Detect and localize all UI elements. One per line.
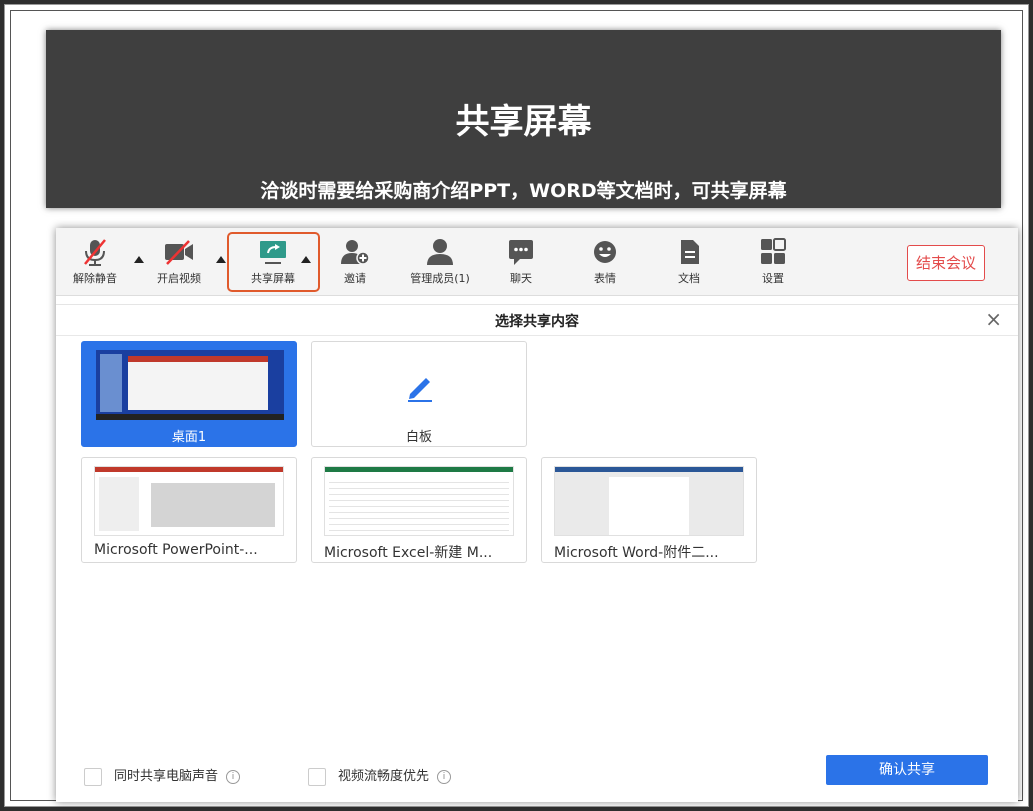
video-off-icon [165, 240, 193, 265]
close-icon[interactable]: × [985, 307, 1002, 331]
source-desktop[interactable]: 桌面1 [81, 341, 297, 447]
source-excel[interactable]: Microsoft Excel-新建 M... [311, 457, 527, 563]
title-banner: 共享屏幕 洽谈时需要给采购商介绍PPT，WORD等文档时，可共享屏幕 [46, 30, 1001, 208]
documents-label: 文档 [678, 272, 700, 285]
members-icon [427, 239, 453, 265]
share-content-dialog: 选择共享内容 × 桌面1 白板 Microsoft PowerPoint-...… [56, 304, 1018, 802]
powerpoint-thumbnail [94, 466, 284, 536]
share-audio-label: 同时共享电脑声音 [114, 769, 219, 784]
dialog-divider [56, 335, 1018, 336]
dialog-title: 选择共享内容 [495, 314, 579, 330]
emoji-label: 表情 [594, 272, 616, 285]
emoji-button[interactable]: 表情 [570, 234, 640, 294]
share-options-caret[interactable] [301, 256, 311, 263]
source-whiteboard[interactable]: 白板 [311, 341, 527, 447]
end-meeting-button[interactable]: 结束会议 [907, 245, 985, 281]
mic-muted-icon [84, 239, 106, 266]
chat-button[interactable]: 聊天 [486, 234, 556, 294]
banner-title: 共享屏幕 [455, 102, 592, 142]
documents-button[interactable]: 文档 [654, 234, 724, 294]
share-audio-checkbox[interactable] [84, 767, 102, 786]
banner-subtitle: 洽谈时需要给采购商介绍PPT，WORD等文档时，可共享屏幕 [260, 180, 787, 202]
confirm-share-button[interactable]: 确认共享 [826, 755, 988, 785]
meeting-toolbar: 解除静音 开启视频 共享屏幕 邀请 管理成员(1) 聊天 表情 文档 设置 结束… [56, 228, 1018, 296]
invite-button[interactable]: 邀请 [320, 234, 390, 294]
source-desktop-label: 桌面1 [171, 430, 207, 445]
start-video-button[interactable]: 开启视频 [144, 234, 214, 294]
audio-options-caret[interactable] [134, 256, 144, 263]
share-screen-icon [260, 241, 286, 264]
source-whiteboard-label: 白板 [405, 430, 432, 445]
video-options-caret[interactable] [216, 256, 226, 263]
unmute-label: 解除静音 [73, 272, 117, 285]
info-icon[interactable]: i [437, 769, 452, 784]
share-screen-label: 共享屏幕 [251, 272, 295, 285]
excel-thumbnail [324, 466, 514, 536]
share-screen-button[interactable]: 共享屏幕 [228, 234, 318, 294]
video-smoothness-option[interactable]: 视频流畅度优先 i [308, 765, 452, 786]
video-smoothness-label: 视频流畅度优先 [338, 769, 430, 784]
video-smoothness-checkbox[interactable] [308, 767, 326, 786]
share-audio-option[interactable]: 同时共享电脑声音 i [84, 765, 241, 786]
document-icon [681, 240, 699, 264]
unmute-button[interactable]: 解除静音 [60, 234, 130, 294]
invite-label: 邀请 [344, 272, 366, 285]
source-powerpoint-label: Microsoft PowerPoint-... [94, 542, 258, 558]
word-thumbnail [554, 466, 744, 536]
chat-icon [509, 240, 533, 265]
desktop-thumbnail [96, 350, 284, 420]
source-word-label: Microsoft Word-附件二... [554, 545, 719, 561]
meeting-window: 解除静音 开启视频 共享屏幕 邀请 管理成员(1) 聊天 表情 文档 设置 结束… [56, 228, 1018, 802]
slide-frame: 共享屏幕 洽谈时需要给采购商介绍PPT，WORD等文档时，可共享屏幕 解除静音 [0, 0, 1033, 811]
pencil-icon [408, 378, 432, 402]
manage-members-label: 管理成员(1) [410, 272, 470, 285]
source-word[interactable]: Microsoft Word-附件二... [541, 457, 757, 563]
chat-label: 聊天 [510, 272, 532, 285]
settings-button[interactable]: 设置 [738, 234, 808, 294]
info-icon[interactable]: i [226, 769, 241, 784]
settings-grid-icon [761, 238, 786, 264]
start-video-label: 开启视频 [157, 272, 201, 285]
manage-members-button[interactable]: 管理成员(1) [400, 234, 480, 294]
source-powerpoint[interactable]: Microsoft PowerPoint-... [81, 457, 297, 563]
settings-label: 设置 [762, 272, 784, 285]
source-excel-label: Microsoft Excel-新建 M... [324, 545, 493, 561]
smile-icon [594, 241, 616, 263]
add-user-icon [341, 240, 370, 265]
